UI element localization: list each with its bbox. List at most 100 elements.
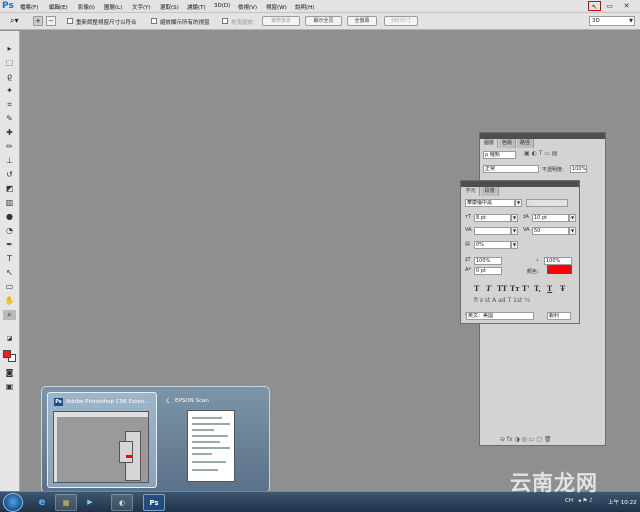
baseline-shift-input[interactable]: 0 pt — [474, 267, 502, 275]
language-indicator[interactable]: CH — [565, 498, 573, 504]
lasso-tool-icon[interactable]: ϱ — [3, 72, 16, 82]
start-button[interactable] — [3, 493, 23, 512]
tab-paragraph[interactable]: 段落 — [481, 187, 499, 196]
strikethrough-button[interactable]: Ŧ — [560, 284, 565, 293]
quick-mask-icon[interactable]: ◙ — [3, 368, 16, 378]
photoshop-taskbar-button[interactable]: Ps — [143, 494, 165, 511]
superscript-button[interactable]: T' — [522, 284, 529, 293]
menu-image[interactable]: 影像(I) — [78, 3, 95, 11]
horizontal-scale-input[interactable]: 100% — [544, 257, 572, 265]
menu-select[interactable]: 選取(S) — [160, 3, 179, 11]
scanner-taskbar-button[interactable]: ◐ — [111, 494, 133, 511]
menu-filter[interactable]: 濾鏡(T) — [187, 3, 206, 11]
actual-pixels-button[interactable]: 實際像素 — [262, 16, 300, 26]
all-caps-button[interactable]: TT — [497, 284, 507, 293]
path-select-tool-icon[interactable]: ↖ — [3, 268, 16, 278]
crop-tool-icon[interactable]: ⌗ — [3, 100, 16, 110]
opentype-feature-icons[interactable]: fi ∂ st A ad T 1st ½ — [474, 297, 530, 304]
opacity-input[interactable]: 100% — [570, 165, 587, 173]
zoom-out-icon[interactable]: − — [46, 16, 56, 26]
print-size-button[interactable]: 列印尺寸 — [384, 16, 418, 26]
fit-screen-button[interactable]: 顯示全頁 — [305, 16, 342, 26]
type-tool-icon[interactable]: T — [3, 254, 16, 264]
eyedropper-tool-icon[interactable]: ✎ — [3, 114, 16, 124]
clone-stamp-tool-icon[interactable]: ⊥ — [3, 156, 16, 166]
fill-screen-button[interactable]: 全螢幕 — [347, 16, 377, 26]
font-size-input[interactable]: 8 pt — [474, 214, 511, 222]
scrubby-zoom-checkbox[interactable] — [222, 18, 228, 24]
chevron-down-icon[interactable]: ▼ — [511, 214, 518, 222]
chevron-down-icon[interactable]: ▼ — [511, 227, 518, 235]
explorer-taskbar-button[interactable]: ▦ — [55, 494, 77, 511]
language-select[interactable]: 英文：美國 — [466, 312, 534, 320]
tab-character[interactable]: 字元 — [462, 187, 480, 196]
dodge-tool-icon[interactable]: ◔ — [3, 226, 16, 236]
blend-mode-select[interactable]: 正常 — [483, 165, 539, 173]
zoom-tool-icon[interactable]: ⌕ — [3, 310, 16, 320]
faux-italic-button[interactable]: T — [486, 284, 491, 293]
default-colors-icon[interactable]: ◪ — [3, 334, 16, 344]
menu-help[interactable]: 說明(H) — [295, 3, 314, 11]
tab-channels[interactable]: 色版 — [499, 139, 516, 148]
faux-bold-button[interactable]: T — [474, 284, 479, 293]
zoom-tool-preset-icon[interactable]: ⌕▾ — [10, 16, 19, 26]
hand-tool-icon[interactable]: ✋ — [3, 296, 16, 306]
layer-kind-filter[interactable]: ρ 種類 — [483, 151, 516, 159]
ie-taskbar-button[interactable]: e — [31, 494, 53, 511]
text-color-swatch[interactable] — [547, 265, 572, 274]
healing-brush-tool-icon[interactable]: ✚ — [3, 128, 16, 138]
layer-footer-icons[interactable]: ⊖ fx ◑ ◎ ▭ ▢ 🗑 — [500, 436, 552, 443]
photoshop-window-thumbnail[interactable]: Ps Adobe Photoshop CS6 Exten... — [47, 392, 157, 488]
menu-file[interactable]: 檔案(F) — [20, 3, 38, 11]
blur-tool-icon[interactable]: ● — [3, 212, 16, 222]
marquee-tool-icon[interactable]: ⬚ — [3, 58, 16, 68]
anti-alias-select[interactable]: 銳利 — [547, 312, 571, 320]
tab-paths[interactable]: 路徑 — [517, 139, 534, 148]
resize-windows-checkbox[interactable] — [67, 18, 73, 24]
workspace-mode-select[interactable]: 3D ▼ — [589, 16, 635, 26]
menu-window[interactable]: 視窗(W) — [266, 3, 287, 11]
chevron-down-icon[interactable]: ▼ — [511, 241, 518, 249]
menu-type[interactable]: 文字(Y) — [132, 3, 151, 11]
tab-layers[interactable]: 圖層 — [481, 139, 498, 148]
leading-input[interactable]: 10 pt — [532, 214, 569, 222]
zoom-all-windows-checkbox[interactable] — [151, 18, 157, 24]
chevron-down-icon[interactable]: ▼ — [569, 227, 576, 235]
zoom-in-icon[interactable]: + — [33, 16, 43, 26]
screen-mode-icon[interactable]: ▣ — [3, 382, 16, 392]
vertical-scale-input[interactable]: 100% — [474, 257, 502, 265]
gradient-tool-icon[interactable]: ▥ — [3, 198, 16, 208]
restore-window-button[interactable]: ▭ — [603, 1, 616, 11]
menu-view[interactable]: 檢視(V) — [238, 3, 257, 11]
brush-tool-icon[interactable]: ✏ — [3, 142, 16, 152]
menu-3d[interactable]: 3D(D) — [214, 3, 230, 9]
tsume-input[interactable]: 0% — [474, 241, 511, 249]
shape-tool-icon[interactable]: ▭ — [3, 282, 16, 292]
subscript-button[interactable]: T, — [534, 284, 541, 293]
chevron-down-icon[interactable]: ▼ — [569, 214, 576, 222]
chevron-down-icon[interactable]: ▼ — [515, 199, 522, 207]
opacity-label: 不透明度: — [542, 167, 564, 173]
tracking-input[interactable]: 50 — [532, 227, 569, 235]
small-caps-button[interactable]: Tт — [510, 284, 520, 293]
font-family-select[interactable]: 華康儷中黑 — [465, 199, 515, 207]
history-brush-tool-icon[interactable]: ↺ — [3, 170, 16, 180]
tray-icons[interactable]: ◂ ⚑ ♪ — [578, 498, 593, 504]
eraser-tool-icon[interactable]: ◩ — [3, 184, 16, 194]
clock[interactable]: 上午 10:22 — [608, 498, 637, 506]
menu-layer[interactable]: 圖層(L) — [104, 3, 122, 11]
font-style-select[interactable]: - — [526, 199, 568, 207]
media-player-taskbar-button[interactable]: ▶ — [79, 494, 101, 511]
foreground-color-swatch[interactable] — [3, 350, 11, 358]
layer-filter-icons[interactable]: ▣ ◐ T ▭ ▤ — [524, 150, 558, 157]
move-tool-icon[interactable]: ▸ — [3, 44, 16, 54]
workspace-cursor-icon[interactable]: ↖ — [588, 1, 601, 11]
epson-scan-window-thumbnail[interactable]: ☇ EPSON Scan — [157, 392, 267, 488]
menu-edit[interactable]: 編輯(E) — [49, 3, 68, 11]
quick-select-tool-icon[interactable]: ✦ — [3, 86, 16, 96]
close-window-button[interactable]: ✕ — [620, 1, 633, 11]
underline-button[interactable]: T — [547, 284, 552, 293]
kerning-input[interactable] — [474, 227, 511, 235]
photoshop-window-preview — [53, 411, 149, 483]
pen-tool-icon[interactable]: ✒ — [3, 240, 16, 250]
